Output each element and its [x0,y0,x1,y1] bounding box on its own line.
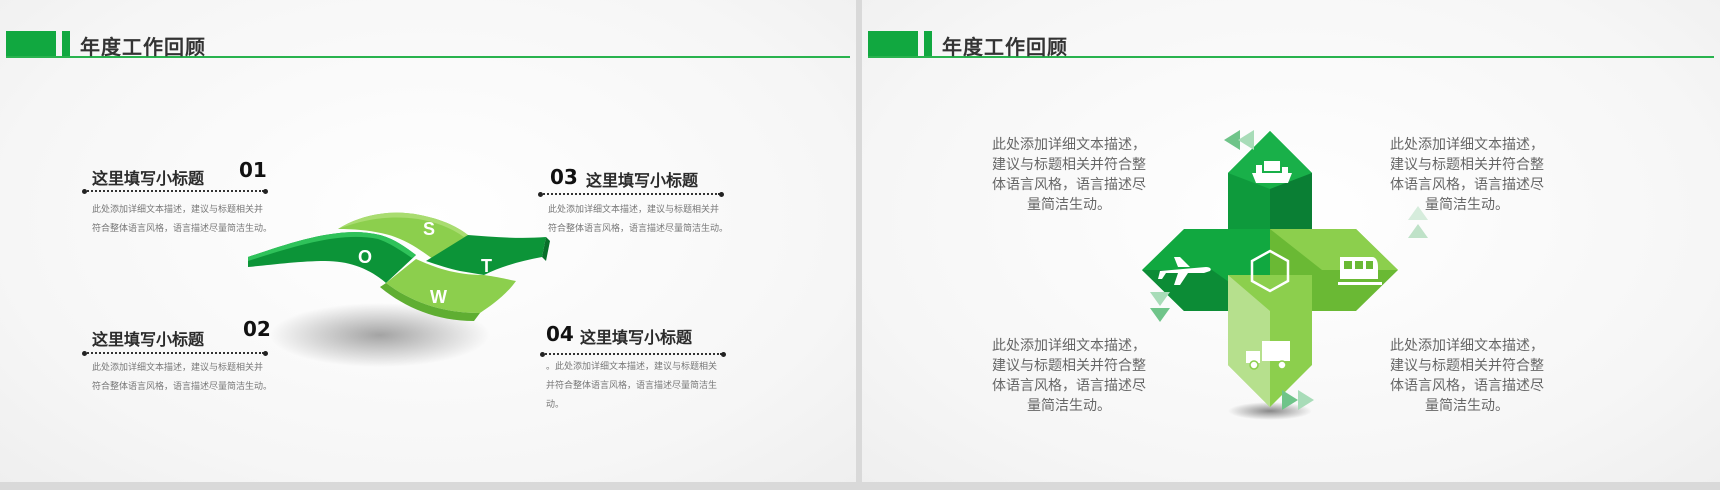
desc-line: 量简洁生动。 [1027,196,1111,212]
arrow-left-decoration [1224,130,1254,150]
item-03-divider-dot [719,192,724,197]
item-02-divider-dot [82,351,87,356]
item-04-desc-line: 动。 [546,399,565,409]
item-04-divider-dot [721,352,726,357]
item-03-title: 这里填写小标题 [586,173,699,190]
header-accent-bar [62,31,70,57]
page-title: 年度工作回顾 [942,37,1068,59]
header-accent-block [868,31,918,57]
swot-letter-w: W [430,287,447,307]
item-04-desc-line: 。此处添加详细文本描述，建议与标题相关 [546,361,718,371]
transport-cross-graphic [1142,131,1398,420]
description-top-left: 此处添加详细文本描述， 建议与标题相关并符合整 体语言风格，语言描述尽 量简洁生… [984,134,1154,214]
swot-letter-o: O [358,247,372,267]
header-accent-block [6,31,56,57]
desc-line: 量简洁生动。 [1027,397,1111,413]
item-03-desc-line: 此处添加详细文本描述，建议与标题相关并 [548,204,720,214]
item-01-divider-dot [82,189,87,194]
desc-line: 此处添加详细文本描述， [992,136,1146,152]
item-04-desc-line: 并符合整体语言风格，语言描述尽量简洁生 [546,380,718,390]
desc-line: 建议与标题相关并符合整 [992,156,1146,172]
item-04-title: 这里填写小标题 [580,330,693,347]
item-03-description: 此处添加详细文本描述，建议与标题相关并 符合整体语言风格，语言描述尽量简洁生动。 [548,200,728,238]
item-01-divider [84,190,264,192]
header-accent-bar [924,31,932,57]
desc-line: 体语言风格，语言描述尽 [992,377,1146,393]
swot-letter-s: S [423,219,435,239]
item-03-number: 03 [550,165,578,189]
page-title: 年度工作回顾 [80,37,206,59]
description-bottom-left: 此处添加详细文本描述， 建议与标题相关并符合整 体语言风格，语言描述尽 量简洁生… [984,335,1154,415]
item-02-title: 这里填写小标题 [92,332,205,349]
arrow-up-decoration [1408,206,1428,238]
desc-line: 此处添加详细文本描述， [992,337,1146,353]
swot-letter-t: T [481,256,492,276]
arrow-down-decoration [1150,292,1170,322]
item-03-desc-line: 符合整体语言风格，语言描述尽量简洁生动。 [548,223,729,233]
item-01-divider-dot [263,189,268,194]
swot-wave-graphic: O S T W [248,212,550,367]
slide-transport: 年度工作回顾 此处添加详细文本描述， 建议与标题相关并符合整 体语言风格，语言描… [862,0,1720,482]
desc-line: 体语言风格，语言描述尽 [992,176,1146,192]
desc-line: 建议与标题相关并符合整 [992,357,1146,373]
arrow-right-decoration [1282,390,1314,410]
slide-swot: 年度工作回顾 这里填写小标题 01 此处添加详细文本描述，建议与标题相关并 符合… [0,0,856,482]
item-01-number: 01 [239,158,267,182]
item-04-description: 。此处添加详细文本描述，建议与标题相关 并符合整体语言风格，语言描述尽量简洁生 … [546,357,717,414]
item-01-title: 这里填写小标题 [92,171,205,188]
